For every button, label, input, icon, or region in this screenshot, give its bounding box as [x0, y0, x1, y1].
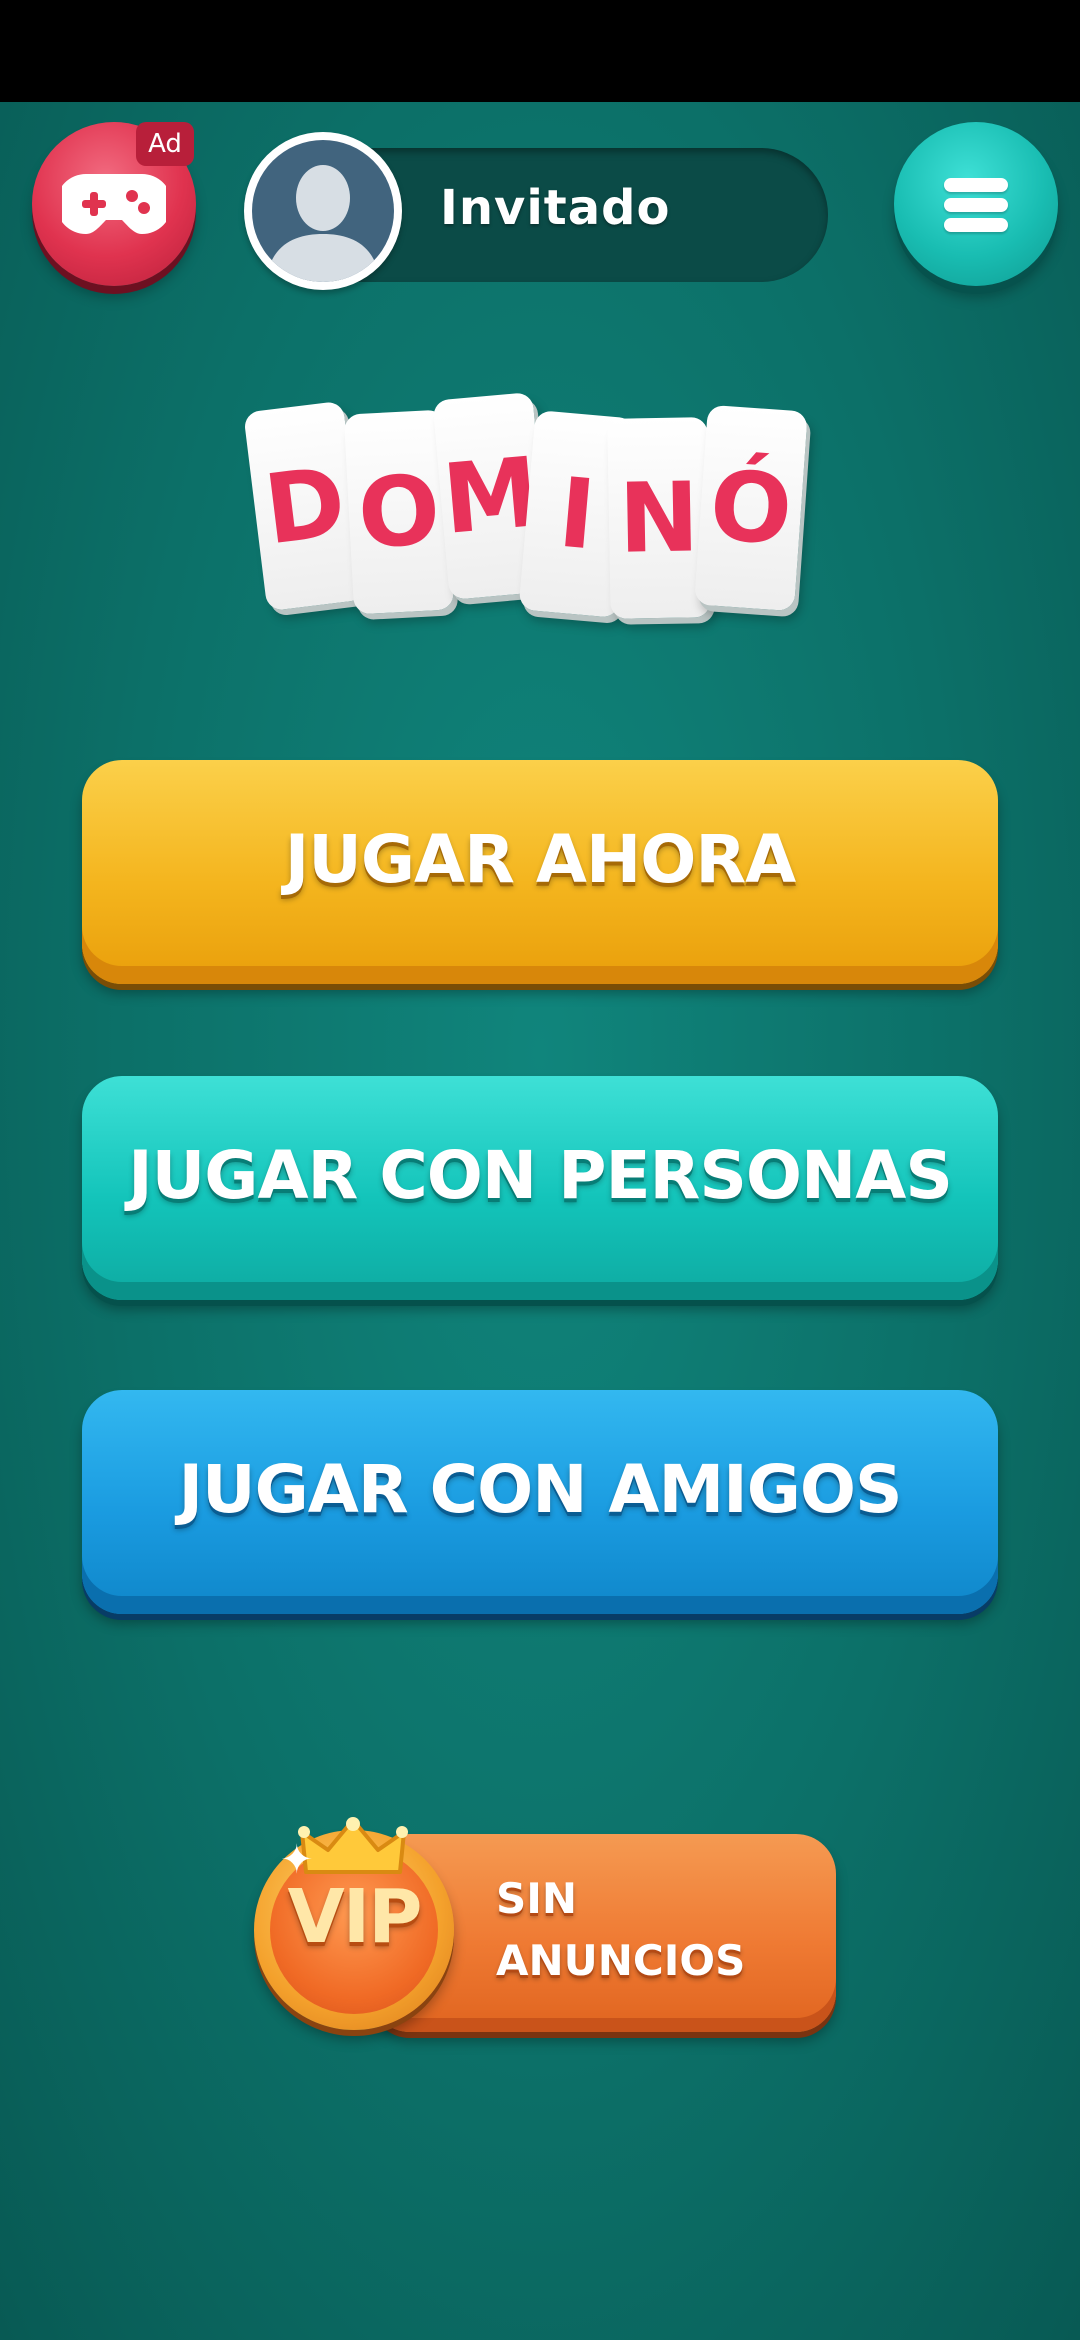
play-now-button[interactable]: JUGAR AHORA [82, 760, 998, 984]
domino-logo: D O M I N Ó [243, 390, 825, 620]
status-bar [0, 0, 1080, 102]
logo-tile: Ó [694, 404, 808, 612]
play-with-friends-button[interactable]: JUGAR CON AMIGOS [82, 1390, 998, 1614]
play-with-people-button[interactable]: JUGAR CON PERSONAS [82, 1076, 998, 1300]
username-label: Invitado [440, 180, 671, 236]
avatar[interactable] [244, 132, 402, 290]
ad-badge: Ad [136, 122, 194, 166]
vip-line-2: ANUNCIOS [496, 1936, 746, 1985]
vip-line-1: SIN [496, 1874, 578, 1923]
sparkle-icon: ✦ [280, 1837, 314, 1883]
default-avatar-icon [252, 140, 394, 282]
app-screen: Ad Invitado D O M I N Ó JUGAR AHORA JUGA… [0, 0, 1080, 2340]
gamepad-icon [62, 174, 166, 234]
crown-icon [298, 1817, 408, 1874]
vip-badge-label: VIP [287, 1874, 422, 1960]
menu-button[interactable] [894, 122, 1058, 286]
vip-no-ads-label: SIN ANUNCIOS [496, 1868, 745, 1992]
